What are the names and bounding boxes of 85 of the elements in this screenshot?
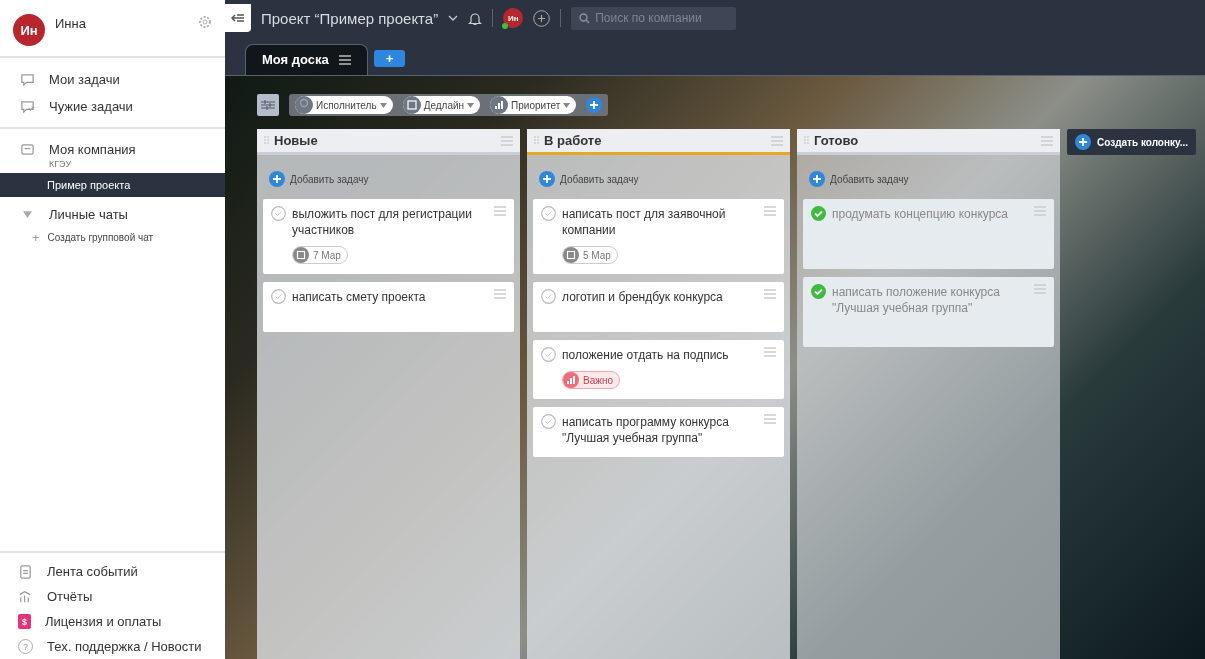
bar-chart-icon [563, 372, 579, 388]
column-title: В работе [544, 133, 603, 148]
bar-chart-icon [490, 96, 509, 114]
drag-handle-icon[interactable] [264, 135, 269, 146]
arrow-left-icon [231, 13, 245, 23]
collapse-sidebar-button[interactable] [225, 4, 251, 32]
priority-tag: Важно [562, 371, 620, 389]
menu-icon[interactable] [338, 54, 351, 65]
filter-chip[interactable]: Приоритет [490, 96, 577, 114]
company-name[interactable]: Моя компания [49, 142, 136, 157]
check-circle-icon[interactable] [811, 206, 826, 221]
caret-icon [467, 102, 475, 108]
plus-icon [539, 171, 555, 187]
task-card[interactable]: выложить пост для регистрации участников 7 Мар [263, 199, 514, 274]
task-title: написать смету проекта [292, 289, 427, 305]
check-circle-icon[interactable] [811, 284, 826, 299]
task-title: написать программу конкурса "Лучшая учебная группа" [562, 414, 730, 446]
speech-bubble-icon [20, 72, 35, 87]
user-name: Инна [55, 15, 87, 31]
add-board-button[interactable]: + [373, 50, 406, 67]
plus-icon [269, 171, 285, 187]
task-title: логотип и брендбук конкурса [562, 289, 724, 305]
search-icon [579, 12, 591, 24]
drag-handle-icon[interactable] [534, 135, 539, 146]
speech-bubble-icon [20, 99, 35, 114]
add-task-link[interactable]: Добавить задачу [830, 173, 909, 185]
task-title: продумать концепцию конкурса [832, 206, 1009, 222]
person-icon [295, 96, 313, 114]
company-subtitle: КГЭУ [49, 159, 73, 169]
column-title: Готово [814, 133, 860, 148]
check-circle-icon[interactable] [271, 206, 286, 221]
user-avatar[interactable]: Ин [13, 14, 45, 46]
nav-item[interactable]: Отчёты [47, 589, 93, 604]
task-card[interactable]: положение отдать на подпись Важно [533, 340, 784, 399]
caret-icon [563, 102, 571, 108]
check-circle-icon[interactable] [271, 289, 286, 304]
filter-chip[interactable]: Исполнитель [295, 96, 393, 114]
add-task-link[interactable]: Добавить задачу [560, 173, 639, 185]
settings-icon[interactable] [197, 14, 213, 30]
plus-icon [1075, 134, 1091, 150]
member-avatar[interactable]: Ин [503, 8, 524, 28]
add-task-link[interactable]: Добавить задачу [290, 173, 369, 185]
plus-icon: + [32, 230, 40, 245]
search-field[interactable]: Поиск по компании [571, 6, 737, 30]
nav-item[interactable]: Мои задачи [49, 72, 120, 87]
bell-icon[interactable] [468, 10, 483, 26]
task-card[interactable]: логотип и брендбук конкурса [533, 282, 784, 332]
check-circle-icon[interactable] [541, 206, 556, 221]
filter-chip[interactable]: Дедлайн [402, 96, 481, 114]
task-title: написать пост для заявочной компании [562, 206, 727, 238]
task-title: выложить пост для регистрации участников [292, 206, 473, 238]
clipboard-icon [18, 564, 33, 579]
calendar-icon [563, 247, 579, 263]
chats-header[interactable]: Личные чаты [49, 207, 128, 222]
project-item[interactable]: Пример проекта [0, 173, 225, 197]
nav-item[interactable]: Тех. поддержка / Новости [47, 639, 202, 654]
drag-handle-icon[interactable] [804, 135, 809, 146]
task-title: положение отдать на подпись [562, 347, 730, 363]
dollar-document-icon: $ [18, 614, 31, 629]
add-member-icon[interactable] [533, 9, 551, 27]
filter-toggle-button[interactable] [257, 94, 279, 116]
column-title: Новые [274, 133, 319, 148]
task-card[interactable]: написать пост для заявочной компании 5 Мар [533, 199, 784, 274]
nav-item[interactable]: Чужие задачи [49, 99, 133, 114]
chevron-down-icon[interactable] [448, 13, 459, 23]
check-circle-icon[interactable] [541, 414, 556, 429]
caret-icon [379, 102, 387, 108]
expand-triangle-icon[interactable] [23, 211, 32, 218]
check-circle-icon[interactable] [541, 347, 556, 362]
task-title: написать положение конкурса "Лучшая учебная группа" [832, 284, 1001, 316]
task-card[interactable]: написать смету проекта [263, 282, 514, 332]
calendar-icon [402, 96, 421, 114]
project-title[interactable]: Проект “Пример проекта” [261, 9, 439, 27]
nav-item[interactable]: Лицензия и оплаты [45, 614, 162, 629]
create-column-button[interactable]: Создать колонку... [1067, 129, 1197, 155]
calendar-icon [293, 247, 309, 263]
plus-icon [809, 171, 825, 187]
create-group-chat-link[interactable]: Создать групповой чат [47, 232, 154, 243]
nav-item[interactable]: Лента событий [47, 564, 138, 579]
sliders-icon [261, 99, 275, 111]
plus-icon [586, 97, 603, 113]
board-tab[interactable]: Моя доска [245, 44, 368, 75]
task-card[interactable]: написать программу конкурса "Лучшая учебная группа" [533, 407, 784, 457]
bar-chart-icon [18, 589, 33, 604]
check-circle-icon[interactable] [541, 289, 556, 304]
